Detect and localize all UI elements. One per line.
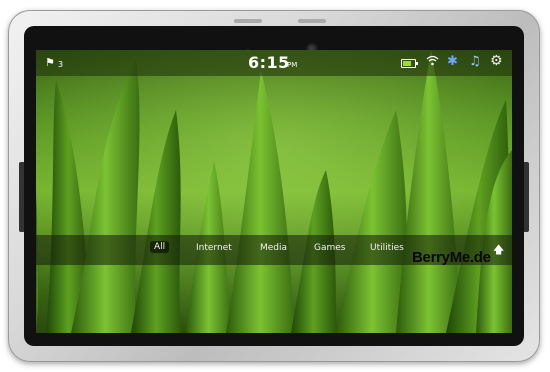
- tab-utilities[interactable]: Utilities: [370, 243, 404, 253]
- tab-all[interactable]: All: [150, 241, 170, 253]
- clock-ampm: PM: [287, 61, 298, 69]
- battery-fill: [403, 61, 411, 66]
- tab-media[interactable]: Media: [260, 243, 287, 253]
- up-arrow-icon[interactable]: 🡅: [493, 241, 504, 260]
- status-bar: ⚑ 3 6:15 PM ✱ ♫ ⚙: [36, 50, 512, 76]
- tab-internet[interactable]: Internet: [196, 243, 232, 253]
- home-screen: ⚑ 3 6:15 PM ✱ ♫ ⚙ All Internet Media Gam…: [36, 50, 512, 333]
- volume-button[interactable]: [298, 19, 326, 23]
- power-button[interactable]: [234, 19, 262, 23]
- music-note-icon[interactable]: ♫: [469, 54, 481, 69]
- flag-icon[interactable]: ⚑: [45, 56, 55, 69]
- gear-icon[interactable]: ⚙: [490, 53, 503, 69]
- watermark-text: BerryMe.de: [412, 249, 491, 266]
- tab-games[interactable]: Games: [314, 243, 345, 253]
- battery-icon[interactable]: [401, 59, 418, 68]
- grass-wallpaper: [36, 50, 512, 333]
- notification-count: 3: [58, 60, 64, 69]
- clock-time[interactable]: 6:15: [248, 53, 290, 72]
- bluetooth-icon[interactable]: ✱: [447, 54, 458, 69]
